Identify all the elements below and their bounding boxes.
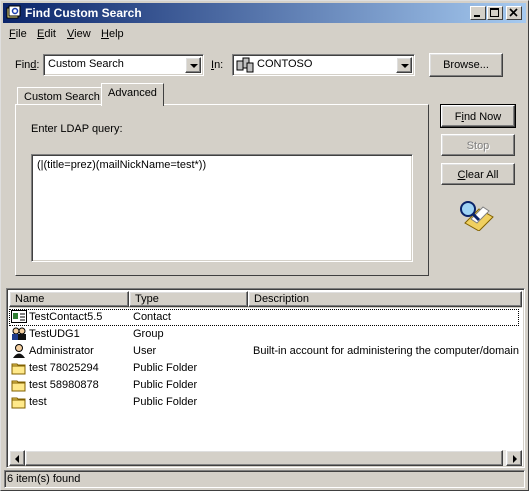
column-header-type[interactable]: Type bbox=[129, 291, 248, 307]
maximize-button[interactable] bbox=[487, 6, 503, 20]
tab-advanced[interactable]: Advanced bbox=[101, 83, 164, 106]
ldap-query-label: Enter LDAP query: bbox=[31, 123, 123, 135]
find-custom-search-window: Find Custom Search File Edit View Help F… bbox=[0, 0, 529, 491]
row-type: Public Folder bbox=[133, 362, 198, 374]
results-list[interactable]: Name Type Description TestContact5.5 Con… bbox=[6, 288, 525, 468]
row-type: User bbox=[133, 345, 157, 357]
row-name: TestContact5.5 bbox=[29, 311, 103, 323]
contact-icon bbox=[11, 310, 27, 324]
menu-file[interactable]: File bbox=[9, 25, 27, 43]
window-title: Find Custom Search bbox=[25, 6, 142, 20]
in-dropdown[interactable]: CONTOSO bbox=[232, 54, 415, 76]
scroll-right-icon[interactable] bbox=[506, 450, 522, 466]
table-row[interactable]: test 78025294 Public Folder bbox=[9, 360, 519, 377]
folder-icon bbox=[11, 363, 26, 375]
table-row[interactable]: test 58980878 Public Folder bbox=[9, 377, 519, 394]
clear-all-button[interactable]: Clear All bbox=[441, 163, 515, 185]
menu-view[interactable]: View bbox=[67, 25, 91, 43]
domain-icon bbox=[236, 57, 254, 73]
column-header-name[interactable]: Name bbox=[9, 291, 129, 307]
row-description: Built-in account for administering the c… bbox=[253, 345, 519, 357]
search-magnifier-icon bbox=[460, 201, 494, 231]
menu-help[interactable]: Help bbox=[101, 25, 124, 43]
app-icon bbox=[6, 5, 21, 19]
browse-button[interactable]: Browse... bbox=[429, 53, 503, 77]
row-name: TestUDG1 bbox=[29, 328, 80, 340]
tab-custom-search[interactable]: Custom Search bbox=[17, 87, 107, 105]
table-row[interactable]: TestContact5.5 Contact bbox=[9, 309, 519, 326]
find-dropdown[interactable]: Custom Search bbox=[43, 54, 204, 76]
table-row[interactable]: test Public Folder bbox=[9, 394, 519, 411]
horizontal-scrollbar[interactable] bbox=[9, 450, 522, 466]
group-icon bbox=[12, 327, 26, 341]
table-row[interactable]: Administrator User Built-in account for … bbox=[9, 343, 519, 360]
scroll-left-icon[interactable] bbox=[9, 450, 25, 466]
ldap-query-text: (|(title=prez)(mailNickName=test*)) bbox=[37, 159, 207, 171]
row-type: Group bbox=[133, 328, 164, 340]
row-name: test 58980878 bbox=[29, 379, 99, 391]
row-type: Public Folder bbox=[133, 379, 198, 391]
chevron-down-icon[interactable] bbox=[396, 57, 412, 73]
in-dropdown-value: CONTOSO bbox=[257, 58, 313, 70]
minimize-button[interactable] bbox=[470, 6, 486, 20]
status-bar: 6 item(s) found bbox=[4, 470, 525, 488]
scrollbar-thumb[interactable] bbox=[25, 450, 503, 466]
close-icon bbox=[509, 8, 518, 17]
folder-icon bbox=[11, 397, 26, 409]
find-label: Find: bbox=[15, 59, 40, 71]
table-row[interactable]: TestUDG1 Group bbox=[9, 326, 519, 343]
row-type: Contact bbox=[133, 311, 171, 323]
chevron-down-icon[interactable] bbox=[185, 57, 201, 73]
row-type: Public Folder bbox=[133, 396, 198, 408]
in-label: In: bbox=[211, 59, 224, 71]
user-icon bbox=[13, 344, 25, 359]
menu-edit[interactable]: Edit bbox=[37, 25, 56, 43]
column-header-description[interactable]: Description bbox=[248, 291, 522, 307]
stop-button[interactable]: Stop bbox=[441, 134, 515, 156]
status-text: 6 item(s) found bbox=[7, 473, 81, 485]
folder-icon bbox=[11, 380, 26, 392]
minimize-icon bbox=[474, 15, 480, 17]
find-dropdown-value: Custom Search bbox=[48, 58, 124, 70]
ldap-query-textarea[interactable]: (|(title=prez)(mailNickName=test*)) bbox=[31, 154, 413, 262]
row-name: test 78025294 bbox=[29, 362, 99, 374]
find-now-button[interactable]: Find Now bbox=[440, 104, 516, 128]
title-bar[interactable]: Find Custom Search bbox=[3, 3, 526, 23]
close-button[interactable] bbox=[506, 6, 522, 20]
maximize-icon bbox=[490, 8, 499, 17]
row-name: test bbox=[29, 396, 47, 408]
row-name: Administrator bbox=[29, 345, 94, 357]
